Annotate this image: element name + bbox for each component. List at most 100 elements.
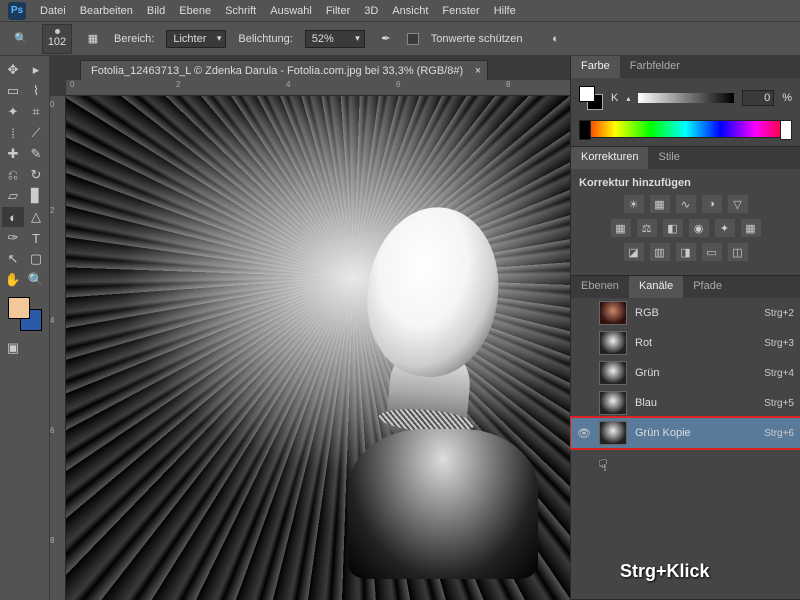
image-content [66, 96, 570, 600]
adj-levels[interactable]: ▦ [650, 195, 670, 213]
adj-thresh[interactable]: ◨ [676, 243, 696, 261]
airbrush-icon[interactable]: ✒ [377, 30, 395, 48]
close-tab-icon[interactable]: × [475, 65, 481, 77]
tab-ebenen[interactable]: Ebenen [571, 276, 629, 298]
tab-farbe[interactable]: Farbe [571, 56, 620, 78]
adjustments-title: Korrektur hinzufügen [579, 177, 792, 189]
eraser-tool[interactable]: ▱ [2, 186, 24, 206]
spectrum-ramp[interactable] [579, 120, 792, 138]
lasso-tool[interactable]: ⌇ [25, 81, 47, 101]
menu-3d[interactable]: 3D [364, 5, 378, 17]
bereich-label: Bereich: [114, 33, 154, 45]
history-brush-tool[interactable]: ↻ [25, 165, 47, 185]
tab-kanaele[interactable]: Kanäle [629, 276, 683, 298]
menu-schrift[interactable]: Schrift [225, 5, 256, 17]
channel-thumb [599, 301, 627, 325]
eyedropper-tool[interactable]: ⁞ [2, 123, 24, 143]
channel-shortcut: Strg+3 [764, 338, 794, 349]
app-logo: Ps [8, 2, 26, 20]
fg-bg-swatches[interactable] [8, 297, 42, 331]
menu-datei[interactable]: Datei [40, 5, 66, 17]
adj-brightness[interactable]: ☀ [624, 195, 644, 213]
adj-gradmap[interactable]: ▭ [702, 243, 722, 261]
heal-tool[interactable]: ✚ [2, 144, 24, 164]
path-tool[interactable]: ↖ [2, 249, 24, 269]
adj-photo[interactable]: ◉ [689, 219, 709, 237]
dodge-tool[interactable]: ◐ [2, 207, 24, 227]
bereich-dropdown[interactable]: Lichter [166, 30, 226, 48]
menu-bild[interactable]: Bild [147, 5, 165, 17]
marquee-tool[interactable]: ▭ [2, 81, 24, 101]
adj-lut[interactable]: ▦ [741, 219, 761, 237]
menu-fenster[interactable]: Fenster [442, 5, 479, 17]
menu-ebene[interactable]: Ebene [179, 5, 211, 17]
tab-korrekturen[interactable]: Korrekturen [571, 147, 648, 169]
k-value[interactable]: 0 [742, 90, 774, 106]
adj-invert[interactable]: ◪ [624, 243, 644, 261]
adj-bw[interactable]: ◧ [663, 219, 683, 237]
adj-poster[interactable]: ▥ [650, 243, 670, 261]
tonwerte-checkbox[interactable] [407, 33, 419, 45]
tab-pfade[interactable]: Pfade [683, 276, 732, 298]
channel-name: Grün Kopie [635, 427, 756, 439]
tonwerte-label: Tonwerte schützen [431, 33, 523, 45]
foreground-swatch[interactable] [8, 297, 30, 319]
zoom-tool[interactable]: 🔍 [25, 270, 47, 290]
brush-preset-picker[interactable]: 102 [42, 24, 72, 54]
channels-panel: Ebenen Kanäle Pfade RGB Strg+2 Rot Strg+… [571, 276, 800, 600]
gradient-tool[interactable]: ▊ [25, 186, 47, 206]
belichtung-dropdown[interactable]: 52% [305, 30, 365, 48]
brush-panel-icon[interactable]: ▦ [84, 30, 102, 48]
shape-tool[interactable]: ▢ [25, 249, 47, 269]
pressure-icon[interactable]: ◐ [547, 30, 565, 48]
canvas[interactable] [66, 96, 570, 600]
channel-thumb [599, 331, 627, 355]
document-tab[interactable]: Fotolia_12463713_L © Zdenka Darula - Fot… [80, 60, 488, 81]
adj-exposure[interactable]: ◑ [702, 195, 722, 213]
arrow-tool[interactable]: ▸ [25, 60, 47, 80]
channel-shortcut: Strg+2 [764, 308, 794, 319]
k-label: K [611, 92, 618, 104]
blur-tool[interactable]: △ [25, 207, 47, 227]
dodge-tool-icon: 🔍 [12, 30, 30, 48]
tab-farbfelder[interactable]: Farbfelder [620, 56, 690, 78]
toolbox: ✥▸ ▭⌇ ✦⌗ ⁞⟋ ✚✎ ⎌↻ ▱▊ ◐△ ✑T ↖▢ ✋🔍 ▣ [0, 56, 50, 600]
hand-tool[interactable]: ✋ [2, 270, 24, 290]
crop-tool[interactable]: ⌗ [25, 102, 47, 122]
visibility-icon[interactable]: 👁 [577, 427, 591, 440]
screenmode-tool[interactable]: ▣ [2, 338, 24, 358]
adj-vibrance[interactable]: ▽ [728, 195, 748, 213]
ruler-horizontal: 0 2 4 6 8 [66, 80, 570, 96]
adjustments-panel: Korrekturen Stile Korrektur hinzufügen ☀… [571, 147, 800, 276]
channel-row-blau[interactable]: Blau Strg+5 [571, 388, 800, 418]
channel-row-grün-kopie[interactable]: 👁 Grün Kopie Strg+6 [571, 418, 800, 448]
ruler-vertical: 0 2 4 6 8 [50, 96, 66, 600]
menu-bearbeiten[interactable]: Bearbeiten [80, 5, 133, 17]
channel-row-rot[interactable]: Rot Strg+3 [571, 328, 800, 358]
adj-balance[interactable]: ⚖ [637, 219, 657, 237]
channel-row-rgb[interactable]: RGB Strg+2 [571, 298, 800, 328]
channel-row-grün[interactable]: Grün Strg+4 [571, 358, 800, 388]
move-tool[interactable]: ✥ [2, 60, 24, 80]
brush-size-value: 102 [48, 36, 66, 48]
channels-list: RGB Strg+2 Rot Strg+3 Grün Strg+4 Blau S… [571, 298, 800, 448]
stamp-tool[interactable]: ⎌ [2, 165, 24, 185]
menu-auswahl[interactable]: Auswahl [270, 5, 312, 17]
pen-tool[interactable]: ✑ [2, 228, 24, 248]
menu-filter[interactable]: Filter [326, 5, 350, 17]
k-slider[interactable] [638, 93, 734, 103]
channel-name: Grün [635, 367, 756, 379]
wand-tool[interactable]: ✦ [2, 102, 24, 122]
mini-fgbg[interactable] [579, 86, 603, 110]
menu-ansicht[interactable]: Ansicht [392, 5, 428, 17]
tab-stile[interactable]: Stile [648, 147, 689, 169]
menu-hilfe[interactable]: Hilfe [494, 5, 516, 17]
adj-mixer[interactable]: ✦ [715, 219, 735, 237]
adj-hue[interactable]: ▦ [611, 219, 631, 237]
ruler-tool[interactable]: ⟋ [25, 123, 47, 143]
adj-select[interactable]: ◫ [728, 243, 748, 261]
type-tool[interactable]: T [25, 228, 47, 248]
brush-tool[interactable]: ✎ [25, 144, 47, 164]
channel-shortcut: Strg+5 [764, 398, 794, 409]
adj-curves[interactable]: ∿ [676, 195, 696, 213]
